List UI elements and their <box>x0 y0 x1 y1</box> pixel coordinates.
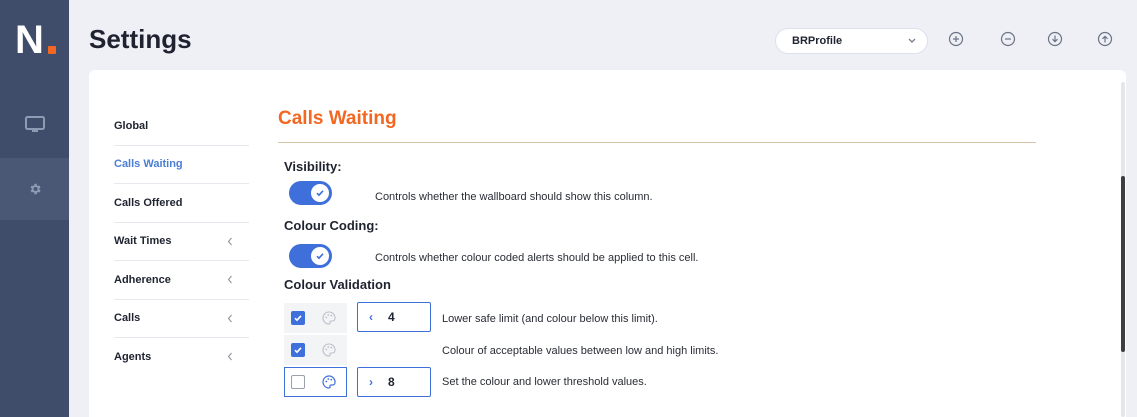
rail-item-settings[interactable] <box>0 158 69 220</box>
toggle-knob <box>311 247 329 265</box>
nav-item-global[interactable]: Global <box>114 107 249 146</box>
check-icon <box>294 315 302 322</box>
scrollbar-thumb[interactable] <box>1121 176 1125 352</box>
section-title: Calls Waiting <box>278 108 397 129</box>
nav-item-label: Global <box>114 119 149 132</box>
palette-icon[interactable] <box>321 374 337 390</box>
chevron-left-icon <box>227 352 232 361</box>
app-rail: N <box>0 0 69 417</box>
app-logo: N <box>0 0 69 88</box>
nav-item-calls-offered[interactable]: Calls Offered <box>114 184 249 223</box>
colour-coding-description: Controls whether colour coded alerts sho… <box>375 252 699 264</box>
palette-icon[interactable] <box>321 342 337 358</box>
colour-coding-label: Colour Coding: <box>284 218 379 233</box>
toggle-knob <box>311 184 329 202</box>
low-limit-description: Lower safe limit (and colour below this … <box>442 313 658 325</box>
colour-validation-row-high <box>284 367 347 397</box>
settings-nav: Global Calls Waiting Calls Offered Wait … <box>114 107 249 377</box>
nav-item-agents[interactable]: Agents <box>114 338 249 377</box>
high-limit-checkbox[interactable] <box>291 375 305 389</box>
logo-letter: N <box>15 18 44 62</box>
chevron-down-icon <box>908 38 916 43</box>
nav-item-wait-times[interactable]: Wait Times <box>114 223 249 261</box>
acceptable-range-checkbox[interactable] <box>291 343 305 357</box>
nav-item-label: Adherence <box>114 273 171 286</box>
check-icon <box>294 347 302 354</box>
colour-validation-row-acceptable <box>284 335 347 365</box>
high-limit-value: 8 <box>388 375 395 389</box>
colour-validation-row-low <box>284 303 347 333</box>
visibility-description: Controls whether the wallboard should sh… <box>375 191 653 203</box>
low-limit-input[interactable]: ‹ 4 <box>357 302 431 332</box>
low-limit-value: 4 <box>388 310 395 324</box>
section-divider <box>278 142 1036 143</box>
visibility-label: Visibility: <box>284 159 342 174</box>
chevron-left-icon <box>227 275 232 284</box>
remove-circle-icon[interactable] <box>1000 31 1016 47</box>
add-circle-icon[interactable] <box>948 31 964 47</box>
nav-item-label: Calls <box>114 312 141 325</box>
high-limit-input[interactable]: › 8 <box>357 367 431 397</box>
rail-item-wallboard[interactable] <box>0 94 69 156</box>
visibility-toggle[interactable] <box>289 181 332 205</box>
greater-than-indicator: › <box>369 375 373 389</box>
nav-item-label: Wait Times <box>114 235 172 248</box>
nav-item-calls-waiting[interactable]: Calls Waiting <box>114 146 249 184</box>
page-title: Settings <box>89 24 192 54</box>
acceptable-range-description: Colour of acceptable values between low … <box>442 345 719 357</box>
monitor-icon <box>24 116 45 132</box>
upload-circle-icon[interactable] <box>1097 31 1113 47</box>
colour-validation-label: Colour Validation <box>284 277 391 292</box>
nav-item-adherence[interactable]: Adherence <box>114 261 249 300</box>
chevron-left-icon <box>227 237 232 245</box>
palette-icon[interactable] <box>321 310 337 326</box>
colour-coding-toggle[interactable] <box>289 244 332 268</box>
profile-select[interactable]: BRProfile <box>775 28 928 54</box>
nav-item-label: Agents <box>114 351 152 364</box>
nav-item-label: Calls Waiting <box>114 158 183 171</box>
chevron-left-icon <box>227 314 232 322</box>
logo-dot <box>48 46 56 54</box>
high-limit-description: Set the colour and lower threshold value… <box>442 376 647 388</box>
profile-select-value: BRProfile <box>792 35 843 47</box>
nav-item-label: Calls Offered <box>114 196 183 209</box>
less-than-indicator: ‹ <box>369 310 373 324</box>
gear-icon <box>30 183 41 195</box>
nav-item-calls[interactable]: Calls <box>114 300 249 338</box>
check-icon <box>316 190 324 197</box>
check-icon <box>316 253 324 260</box>
low-limit-checkbox[interactable] <box>291 311 305 325</box>
download-circle-icon[interactable] <box>1047 31 1063 47</box>
